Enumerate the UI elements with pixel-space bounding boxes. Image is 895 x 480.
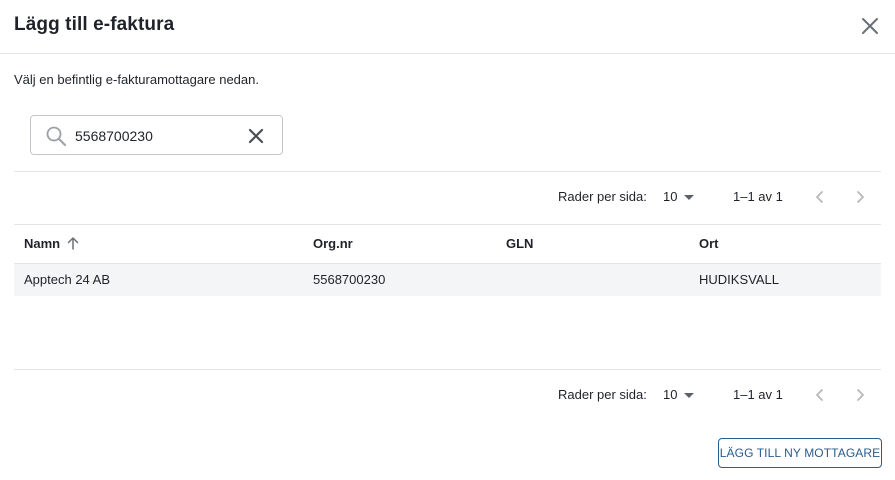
rows-per-page-label: Rader per sida: xyxy=(558,387,647,402)
pagination-top: Rader per sida: 10 1–1 av 1 xyxy=(14,179,881,215)
page-range: 1–1 av 1 xyxy=(733,387,783,402)
column-header-orgnr[interactable]: Org.nr xyxy=(313,236,353,251)
cell-name: Apptech 24 AB xyxy=(24,272,111,287)
dialog-title: Lägg till e-faktura xyxy=(14,14,175,35)
clear-search-button[interactable] xyxy=(245,125,267,147)
chevron-left-icon xyxy=(816,389,823,401)
column-header-ort[interactable]: Ort xyxy=(699,236,719,251)
prev-page-button[interactable] xyxy=(808,185,832,209)
column-header-name[interactable]: Namn xyxy=(24,236,60,251)
divider-bottom xyxy=(14,369,881,370)
rows-per-page-label: Rader per sida: xyxy=(558,189,647,204)
divider-top xyxy=(14,171,881,172)
next-page-button[interactable] xyxy=(848,383,872,407)
search-input[interactable] xyxy=(75,125,235,147)
recipients-table: Namn Org.nr GLN Ort Apptech 24 AB 556870… xyxy=(14,225,881,296)
table-row[interactable]: Apptech 24 AB 5568700230 HUDIKSVALL xyxy=(14,264,881,296)
clear-icon xyxy=(248,128,264,144)
chevron-right-icon xyxy=(857,191,864,203)
rows-per-page-select[interactable]: 10 xyxy=(662,185,698,209)
add-new-recipient-button[interactable]: LÄGG TILL NY MOTTAGARE xyxy=(718,438,882,468)
table-header: Namn Org.nr GLN Ort xyxy=(14,225,881,264)
prev-page-button[interactable] xyxy=(808,383,832,407)
dialog-header: Lägg till e-faktura xyxy=(0,0,895,54)
arrow-up-icon[interactable] xyxy=(66,235,80,251)
column-header-gln[interactable]: GLN xyxy=(506,236,533,251)
search-field[interactable] xyxy=(30,115,283,155)
rows-per-page-value: 10 xyxy=(663,189,678,204)
rows-per-page-value: 10 xyxy=(663,387,678,402)
add-einvoice-dialog: Lägg till e-faktura Välj en befintlig e-… xyxy=(0,0,895,480)
pagination-bottom: Rader per sida: 10 1–1 av 1 xyxy=(14,377,881,413)
caret-down-icon xyxy=(684,195,694,200)
next-page-button[interactable] xyxy=(848,185,872,209)
cell-ort: HUDIKSVALL xyxy=(699,272,779,287)
dialog-subtitle: Välj en befintlig e-fakturamottagare ned… xyxy=(14,72,259,87)
cell-orgnr: 5568700230 xyxy=(313,272,386,287)
rows-per-page-select[interactable]: 10 xyxy=(662,383,698,407)
search-icon xyxy=(46,126,66,146)
close-button[interactable] xyxy=(857,13,883,39)
close-icon xyxy=(862,18,878,34)
page-range: 1–1 av 1 xyxy=(733,189,783,204)
chevron-left-icon xyxy=(816,191,823,203)
column-header-label: Namn xyxy=(24,236,61,251)
caret-down-icon xyxy=(684,393,694,398)
chevron-right-icon xyxy=(857,389,864,401)
